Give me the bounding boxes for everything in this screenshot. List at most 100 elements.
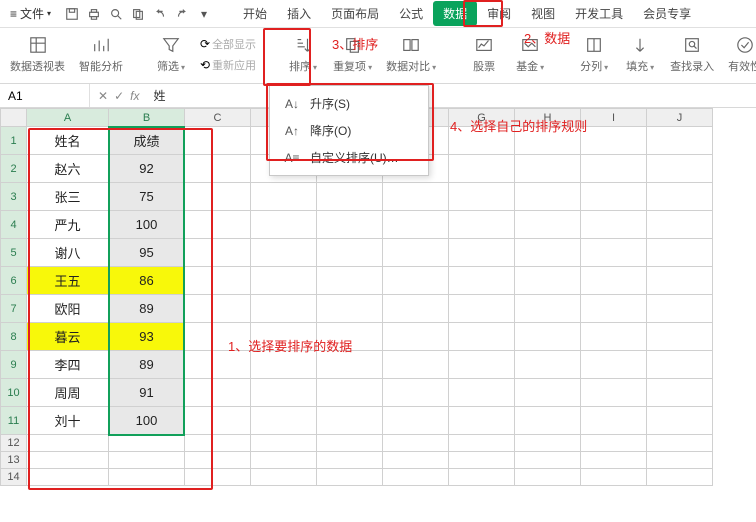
cell[interactable] [185,183,251,211]
col-header-J[interactable]: J [647,109,713,127]
cell[interactable]: 91 [109,379,185,407]
row-header[interactable]: 3 [1,183,27,211]
cell[interactable] [383,407,449,435]
pivot-button[interactable]: 数据透视表 [6,32,69,76]
row-header[interactable]: 11 [1,407,27,435]
cell[interactable]: 93 [109,323,185,351]
cell[interactable]: 89 [109,295,185,323]
cell[interactable]: 张三 [27,183,109,211]
cell[interactable] [383,452,449,469]
cell[interactable] [185,379,251,407]
cell[interactable]: 周周 [27,379,109,407]
sort-asc[interactable]: A↓升序(S) [270,90,428,117]
cell[interactable] [647,351,713,379]
row-header[interactable]: 13 [1,452,27,469]
menu-tab-2[interactable]: 页面布局 [321,1,389,26]
cell[interactable]: 成绩 [109,127,185,155]
cell[interactable] [515,295,581,323]
cell[interactable] [383,323,449,351]
cell[interactable] [581,211,647,239]
cell[interactable] [317,183,383,211]
cell[interactable] [383,295,449,323]
cell[interactable] [185,211,251,239]
cell[interactable] [317,435,383,452]
cell[interactable] [185,239,251,267]
cell[interactable] [647,323,713,351]
cell[interactable] [449,407,515,435]
cell[interactable]: 谢八 [27,239,109,267]
cell[interactable] [515,435,581,452]
cell[interactable] [449,435,515,452]
cell[interactable] [515,267,581,295]
lookup-button[interactable]: 查找录入 [666,32,718,76]
cell[interactable] [515,379,581,407]
row-header[interactable]: 12 [1,435,27,452]
cell[interactable] [449,452,515,469]
row-header[interactable]: 10 [1,379,27,407]
fill-button[interactable]: 填充▾ [620,32,660,76]
cell[interactable] [317,323,383,351]
cell[interactable]: 100 [109,407,185,435]
cell[interactable] [515,323,581,351]
cell[interactable] [647,183,713,211]
cell[interactable] [251,267,317,295]
cell[interactable] [317,469,383,486]
cell[interactable] [383,239,449,267]
cell[interactable] [109,469,185,486]
cell[interactable]: 95 [109,239,185,267]
cell[interactable] [581,267,647,295]
cell[interactable]: 赵六 [27,155,109,183]
cell[interactable] [251,239,317,267]
col-header-A[interactable]: A [27,109,109,127]
cell[interactable] [317,295,383,323]
menu-tab-1[interactable]: 插入 [277,1,321,26]
cell[interactable]: 暮云 [27,323,109,351]
cell[interactable] [647,452,713,469]
row-header[interactable]: 8 [1,323,27,351]
cell[interactable] [185,323,251,351]
cell[interactable] [515,211,581,239]
cell[interactable] [317,407,383,435]
menu-tab-8[interactable]: 会员专享 [633,1,701,26]
cell[interactable]: 王五 [27,267,109,295]
menu-tab-5[interactable]: 审阅 [477,1,521,26]
cell[interactable] [185,351,251,379]
fx-icon[interactable]: fx [130,89,139,103]
cell[interactable] [647,211,713,239]
formula-input[interactable]: 姓 [147,87,756,104]
sort-desc[interactable]: A↑降序(O) [270,117,428,144]
cell[interactable] [647,127,713,155]
cell[interactable]: 89 [109,351,185,379]
cell[interactable] [317,351,383,379]
cell[interactable] [317,452,383,469]
filter-button[interactable]: 筛选▾ [151,32,191,76]
cell[interactable] [581,323,647,351]
cell[interactable] [515,127,581,155]
cell[interactable] [581,435,647,452]
cell[interactable] [647,469,713,486]
cell[interactable] [449,183,515,211]
row-header[interactable]: 9 [1,351,27,379]
cell[interactable] [251,407,317,435]
cell[interactable] [185,469,251,486]
col-header-G[interactable]: G [449,109,515,127]
cell[interactable] [317,379,383,407]
cell[interactable] [515,407,581,435]
cell[interactable] [109,435,185,452]
cell[interactable]: 李四 [27,351,109,379]
select-all-corner[interactable] [1,109,27,127]
row-header[interactable]: 4 [1,211,27,239]
cell[interactable] [581,469,647,486]
cell[interactable] [647,155,713,183]
cell[interactable] [515,239,581,267]
cell[interactable] [581,407,647,435]
cell[interactable]: 刘十 [27,407,109,435]
stock-button[interactable]: 股票 [464,32,504,76]
menu-tab-3[interactable]: 公式 [389,1,433,26]
cell[interactable] [27,469,109,486]
cell[interactable] [647,407,713,435]
smart-button[interactable]: 智能分析 [75,32,127,76]
cancel-icon[interactable]: ✕ [98,89,108,103]
cell[interactable] [251,323,317,351]
cell[interactable] [251,211,317,239]
